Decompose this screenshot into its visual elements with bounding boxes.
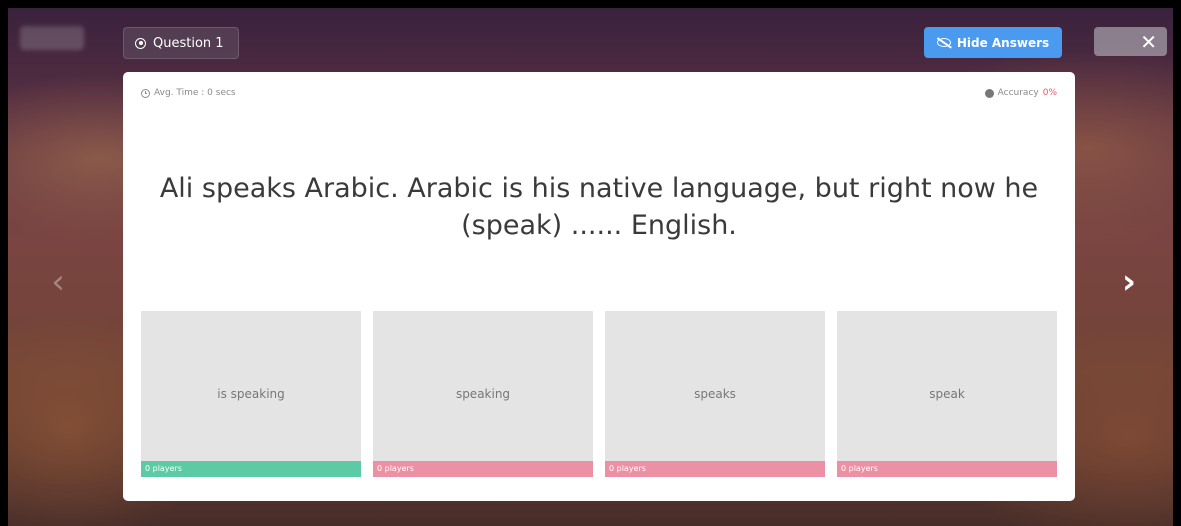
answer-label: speaks bbox=[694, 387, 736, 401]
accuracy-value: 0% bbox=[1042, 88, 1057, 98]
accuracy-stat: Accuracy 0% bbox=[984, 86, 1057, 100]
question-label: Question 1 bbox=[153, 35, 224, 51]
blurred-corner-control bbox=[20, 26, 84, 50]
chevron-left-icon: ‹ bbox=[51, 262, 65, 302]
target-icon bbox=[984, 88, 994, 98]
answer-players-bar: 0 players bbox=[837, 461, 1057, 477]
answer-option[interactable]: speak 0 players bbox=[837, 311, 1057, 477]
answer-label: speak bbox=[929, 387, 965, 401]
answer-players-bar: 0 players bbox=[141, 461, 361, 477]
clock-icon bbox=[141, 88, 150, 98]
answer-label: speaking bbox=[455, 387, 511, 401]
accuracy-label: Accuracy bbox=[997, 88, 1039, 98]
answer-players-bar: 0 players bbox=[373, 461, 593, 477]
question-text: Ali speaks Arabic. Arabic is his native … bbox=[159, 173, 1039, 241]
eye-slash-icon bbox=[936, 38, 951, 47]
question-selector[interactable]: Question 1 bbox=[123, 27, 239, 59]
radio-icon bbox=[135, 37, 146, 49]
hide-answers-button[interactable]: Hide Answers bbox=[924, 27, 1062, 58]
previous-question-button[interactable]: ‹ bbox=[46, 264, 70, 300]
chevron-right-icon: › bbox=[1121, 262, 1136, 302]
answer-players-bar: 0 players bbox=[605, 461, 825, 477]
hide-answers-label: Hide Answers bbox=[956, 35, 1050, 50]
answer-option[interactable]: speaks 0 players bbox=[605, 311, 825, 477]
avg-time-stat: Avg. Time : 0 secs bbox=[141, 86, 236, 100]
frame-border-right bbox=[1173, 0, 1181, 526]
close-button[interactable]: ✕ bbox=[1094, 27, 1167, 56]
frame-border-top bbox=[0, 0, 1181, 8]
close-icon: ✕ bbox=[1140, 29, 1157, 54]
answer-option[interactable]: is speaking 0 players bbox=[141, 311, 361, 477]
answer-option[interactable]: speaking 0 players bbox=[373, 311, 593, 477]
next-question-button[interactable]: › bbox=[1117, 264, 1141, 300]
frame-border-left bbox=[0, 0, 8, 526]
avg-time-text: Avg. Time : 0 secs bbox=[154, 88, 236, 98]
answer-label: is speaking bbox=[217, 387, 285, 401]
